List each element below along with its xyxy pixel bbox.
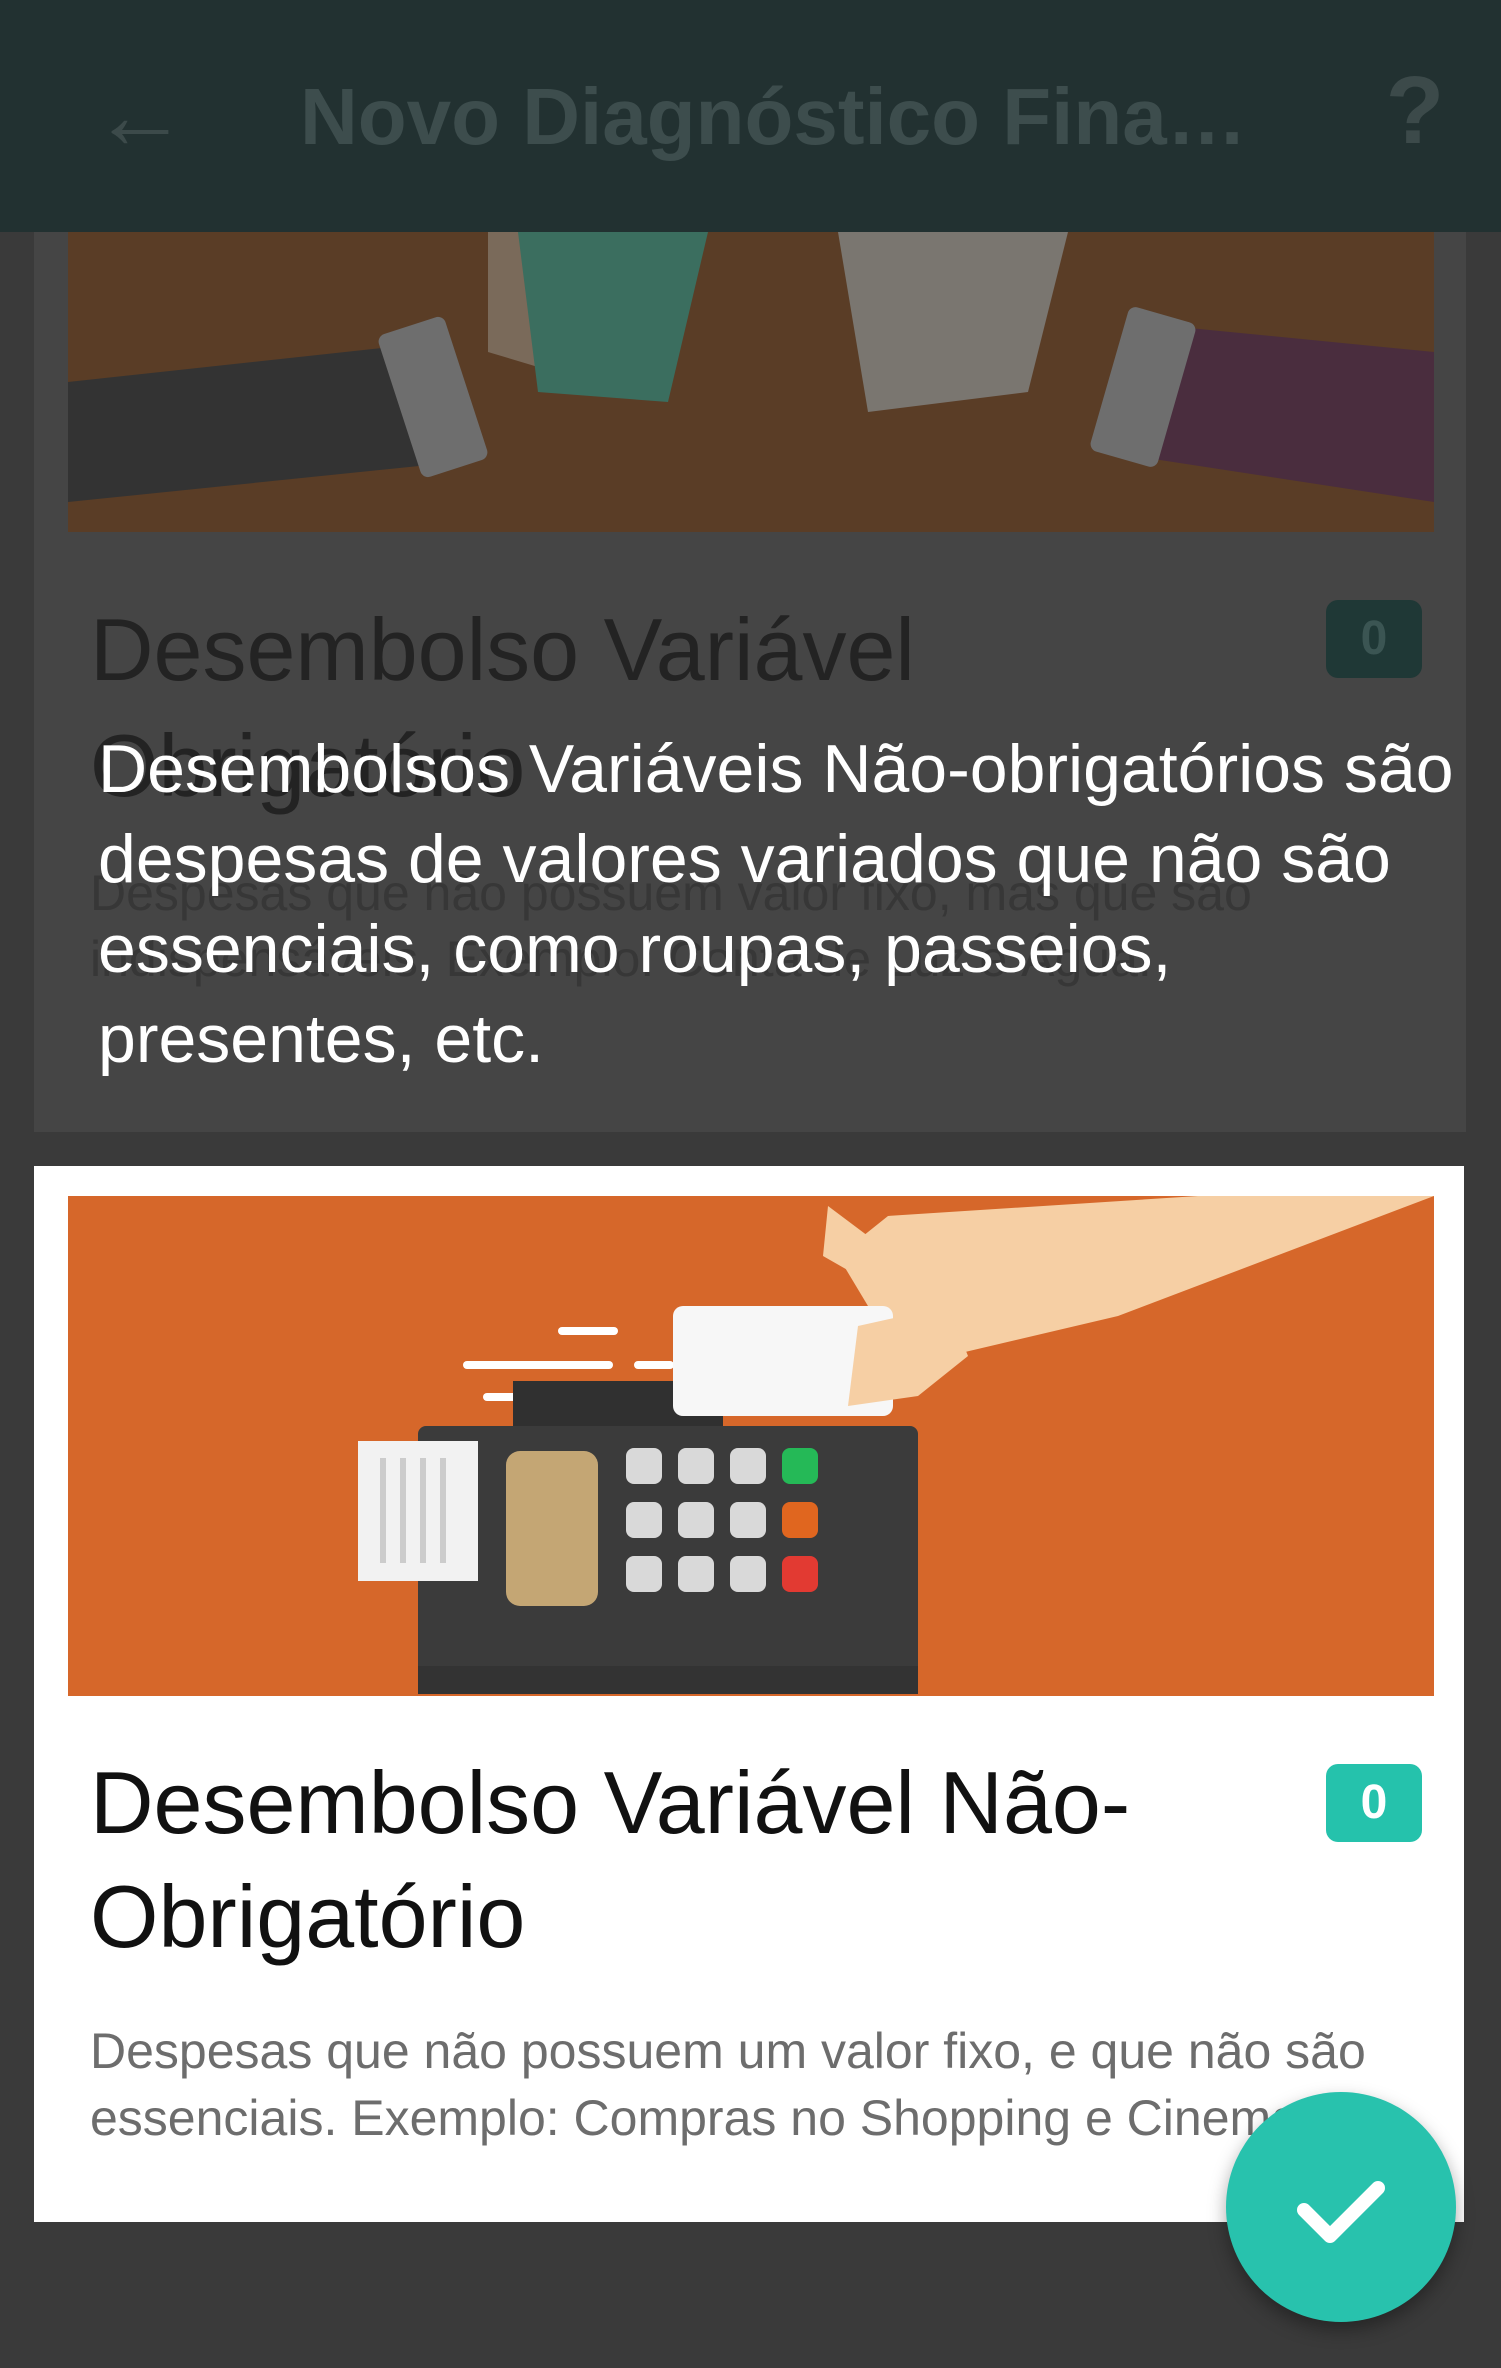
card-description: Despesas que não possuem um valor fixo, … [90,2023,1366,2146]
arrow-left-icon[interactable]: ← [92,66,188,166]
help-button[interactable]: ? [1370,56,1460,166]
app-bar: ← Novo Diagnóstico Finan... ? [0,0,1501,232]
tutorial-tooltip-text: Desembolsos Variáveis Não-obrigatórios s… [98,731,1454,1077]
page-title: Novo Diagnóstico Finan... [300,72,1270,161]
highlighted-card[interactable]: Desembolso Variável Não-Obrigatório 0 De… [34,1166,1464,2222]
check-icon [1297,2181,1385,2243]
confirm-fab-button[interactable] [1226,2092,1456,2322]
card-payment-terminal-illustration [68,1196,1434,1696]
money-exchange-illustration [68,232,1434,532]
card-count-badge: 0 [1326,1764,1422,1842]
background-card-count-badge: 0 [1326,600,1422,678]
card-title: Desembolso Variável Não-Obrigatório [90,1753,1131,1966]
